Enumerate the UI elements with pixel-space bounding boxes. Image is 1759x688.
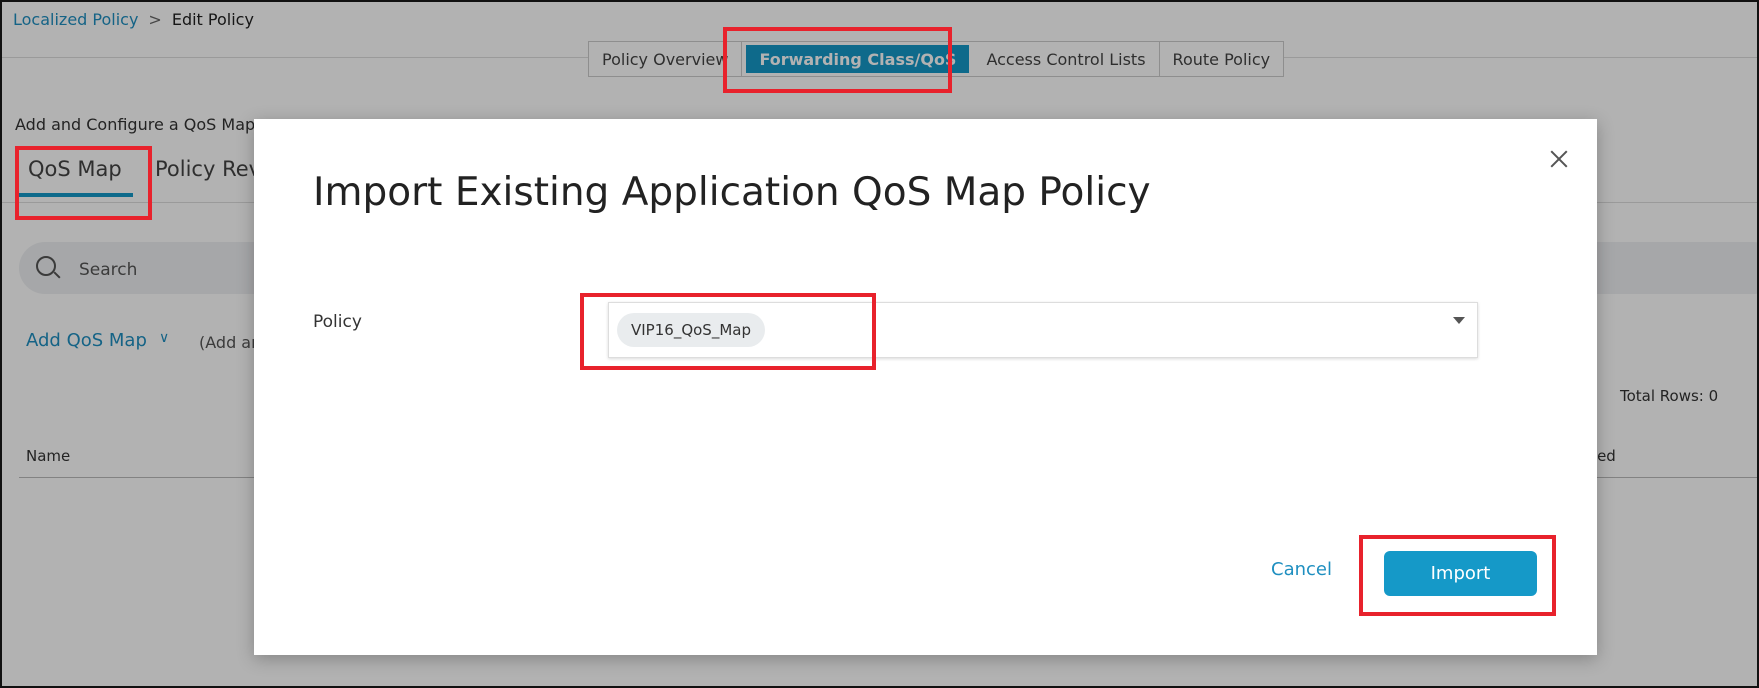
highlight-box-policy bbox=[580, 293, 876, 370]
close-icon[interactable] bbox=[1547, 147, 1571, 171]
highlight-box-import bbox=[1359, 535, 1556, 616]
policy-field-label: Policy bbox=[313, 312, 362, 332]
highlight-box-subtab bbox=[15, 146, 152, 220]
dialog-title: Import Existing Application QoS Map Poli… bbox=[313, 170, 1151, 215]
cancel-button[interactable]: Cancel bbox=[1271, 559, 1332, 580]
app-frame: Localized Policy > Edit Policy Policy Over… bbox=[0, 0, 1759, 688]
highlight-box-tab bbox=[723, 27, 952, 93]
caret-down-icon[interactable] bbox=[1453, 317, 1465, 324]
